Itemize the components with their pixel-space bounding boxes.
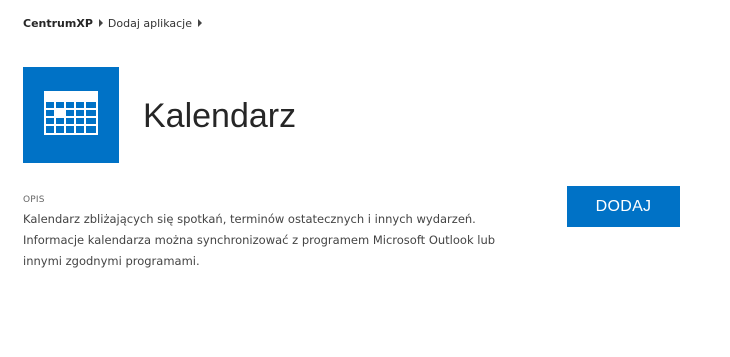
add-app-button[interactable]: DODAJ <box>567 186 680 227</box>
calendar-icon <box>44 91 98 135</box>
breadcrumb-separator-icon <box>98 19 103 27</box>
description-line: innymi zgodnymi programami. <box>23 254 200 268</box>
app-tile <box>23 67 119 163</box>
breadcrumb-separator-icon <box>198 19 202 27</box>
description-line: Informacje kalendarza można synchronizow… <box>23 233 496 247</box>
breadcrumb-add-apps-link[interactable]: Dodaj aplikacje <box>108 17 192 30</box>
breadcrumb: CentrumXP Dodaj aplikacje <box>23 15 207 31</box>
description-text: Kalendarz zbliżających się spotkań, term… <box>23 209 543 272</box>
page-title: Kalendarz <box>143 97 297 135</box>
description-heading: OPIS <box>23 195 45 205</box>
description-line: Kalendarz zbliżających się spotkań, term… <box>23 212 476 226</box>
breadcrumb-site-link[interactable]: CentrumXP <box>23 17 93 30</box>
